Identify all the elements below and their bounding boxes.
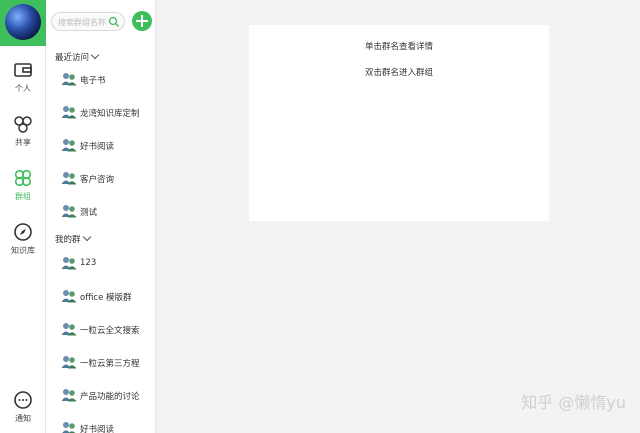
group-avatar-icon <box>61 323 77 336</box>
nav-item-notice[interactable]: 通知 <box>0 390 46 433</box>
group-icon <box>14 169 32 187</box>
nav-rail: 个人 共享 群组 知识库 通知 <box>0 0 46 433</box>
recent-section-title: 最近访问 <box>55 53 90 63</box>
group-name: 测试 <box>80 208 98 218</box>
group-list-item[interactable]: 123 <box>61 254 151 274</box>
share-circles-icon <box>14 116 32 133</box>
group-avatar-icon <box>61 257 77 270</box>
search-input[interactable] <box>58 15 110 29</box>
avatar-area <box>0 0 46 46</box>
nav-label: 通知 <box>15 414 31 423</box>
group-list-item[interactable]: 一粒云第三方程 <box>61 353 151 373</box>
group-avatar-icon <box>62 422 76 433</box>
recent-section-header[interactable]: 最近访问 <box>55 50 100 63</box>
group-name: 产品功能的讨论 <box>80 392 140 402</box>
group-list-panel: 最近访问 电子书龙湾知识库定制好书阅读客户咨询测试 我的群 123office … <box>46 0 156 433</box>
nav-item-knowledge[interactable]: 知识库 <box>0 222 46 270</box>
group-list-item[interactable]: 好书阅读 <box>61 136 151 156</box>
compass-icon <box>14 223 32 241</box>
group-avatar-icon <box>61 356 77 369</box>
group-name: office 模版群 <box>80 293 132 303</box>
nav-label: 知识库 <box>11 246 35 255</box>
mine-section-header[interactable]: 我的群 <box>55 232 91 245</box>
nav-label: 群组 <box>15 192 31 201</box>
group-name: 电子书 <box>80 76 106 86</box>
group-name: 一粒云第三方程 <box>80 359 140 369</box>
group-list-item[interactable]: 产品功能的讨论 <box>61 386 151 406</box>
group-list-item[interactable]: 测试 <box>61 202 151 222</box>
group-list-item[interactable]: 龙湾知识库定制 <box>61 103 151 123</box>
group-list-item[interactable]: 客户咨询 <box>61 169 151 189</box>
group-list-item[interactable]: office 模版群 <box>61 287 151 307</box>
group-avatar-icon <box>61 389 77 402</box>
nav-label: 共享 <box>15 138 31 147</box>
click-hint: 单击群名查看详情 <box>364 42 433 52</box>
group-list-item[interactable]: 好书阅读 <box>61 419 151 433</box>
detail-card: 单击群名查看详情 双击群名进入群组 <box>249 25 549 221</box>
main-area: 单击群名查看详情 双击群名进入群组 <box>157 0 640 433</box>
group-avatar-icon <box>61 172 77 185</box>
chevron-down-icon <box>82 232 91 242</box>
group-avatar-icon <box>61 106 77 119</box>
group-name: 好书阅读 <box>80 142 115 152</box>
add-group-button[interactable] <box>132 11 152 31</box>
group-avatar-icon <box>61 73 77 86</box>
nav-item-share[interactable]: 共享 <box>0 114 46 162</box>
chevron-down-icon <box>90 50 100 60</box>
group-avatar-icon <box>61 290 77 303</box>
chat-bubble-icon <box>14 391 32 409</box>
search-box <box>51 12 125 31</box>
group-list-item[interactable]: 电子书 <box>61 70 151 90</box>
group-name: 一粒云全文搜索 <box>80 326 140 336</box>
nav-item-groups[interactable]: 群组 <box>0 168 46 216</box>
group-avatar-icon <box>61 205 77 218</box>
avatar[interactable] <box>5 4 41 40</box>
group-avatar-icon <box>61 139 77 152</box>
search-icon[interactable] <box>108 16 120 28</box>
watermark: 知乎 @懒惰yu <box>521 393 626 412</box>
wallet-icon <box>14 63 32 77</box>
mine-section-title: 我的群 <box>55 235 81 245</box>
nav-label: 个人 <box>15 84 31 93</box>
group-name: 龙湾知识库定制 <box>80 109 140 119</box>
group-name: 123 <box>80 258 97 268</box>
nav-item-personal[interactable]: 个人 <box>0 60 46 108</box>
group-name: 客户咨询 <box>80 175 115 185</box>
group-list-item[interactable]: 一粒云全文搜索 <box>61 320 151 340</box>
group-name: 好书阅读 <box>80 425 115 433</box>
dblclick-hint: 双击群名进入群组 <box>364 68 433 78</box>
